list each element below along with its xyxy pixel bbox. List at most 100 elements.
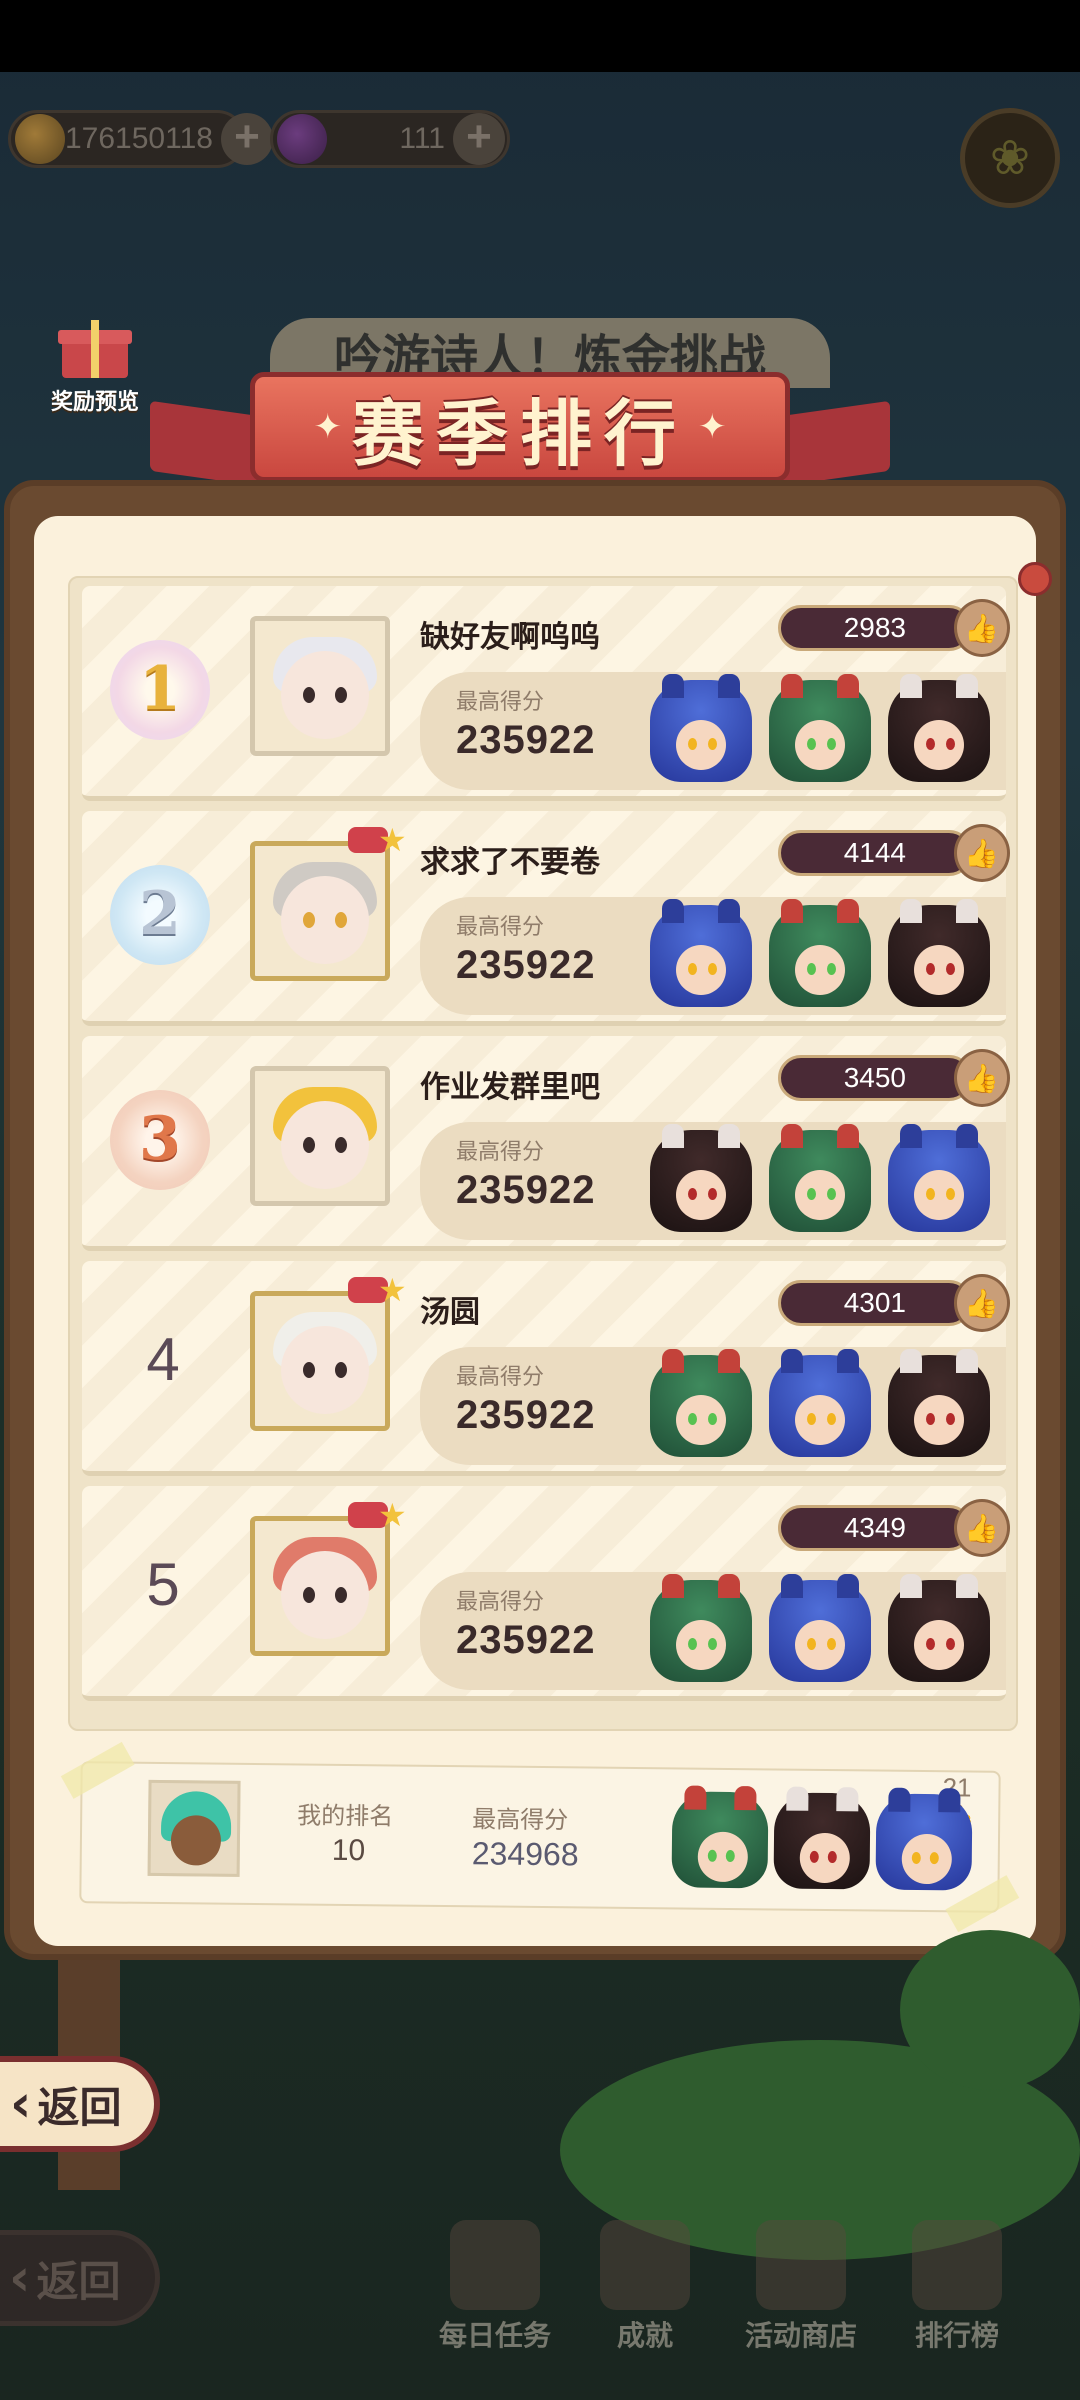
like-count: 4144 [778, 830, 972, 876]
team [650, 674, 990, 786]
hero-blue-wolf [888, 1124, 990, 1232]
nav-event-shop[interactable]: 活动商店 [726, 2220, 876, 2354]
team [650, 1349, 990, 1461]
hero-horned-girl [650, 1124, 752, 1232]
thumbs-up-icon[interactable]: 👍 [953, 824, 1010, 882]
avatar[interactable] [250, 1066, 390, 1206]
nav-label: 排行榜 [914, 2319, 999, 2352]
team [650, 899, 990, 1011]
team [650, 1574, 990, 1686]
avatar[interactable] [250, 841, 390, 981]
my-rank-value: 10 [331, 1833, 366, 1868]
nav-achievements[interactable]: 成就 [570, 2220, 720, 2354]
avatar[interactable] [250, 1516, 390, 1656]
scroll-icon [450, 2220, 540, 2310]
avatar[interactable] [250, 1291, 390, 1431]
shop-icon [756, 2220, 846, 2310]
thumbs-up-icon[interactable]: 👍 [953, 1049, 1010, 1107]
like-counter: 4301 👍 [778, 1274, 1010, 1332]
thumbs-up-icon[interactable]: 👍 [953, 1499, 1010, 1557]
gem-icon [277, 114, 327, 164]
reward-preview-button[interactable]: 奖励预览 [30, 320, 160, 420]
avatar[interactable] [250, 616, 390, 756]
score-label: 最高得分 [456, 1365, 545, 1390]
like-count: 2983 [778, 605, 972, 651]
hero-horned-girl [888, 674, 990, 782]
like-count: 4349 [778, 1505, 972, 1551]
sprout-button[interactable]: ❀ [960, 108, 1060, 208]
like-count: 4301 [778, 1280, 972, 1326]
bush [900, 1930, 1080, 2090]
player-name: 作业发群里吧 [420, 1070, 600, 1105]
rank-badge: 1 [106, 636, 214, 746]
add-coins-button[interactable]: + [220, 113, 273, 165]
score-box: 最高得分 235922 [420, 672, 1006, 790]
hero-masked-archer [650, 1349, 752, 1457]
sprout-icon: ❀ [989, 130, 1031, 186]
my-score-value: 234968 [471, 1835, 579, 1873]
gift-icon [58, 320, 132, 378]
back-button[interactable]: ‹ 返回 [0, 2056, 160, 2152]
leaderboard-icon [912, 2220, 1002, 2310]
hero-blue-wolf [769, 1349, 871, 1457]
nav-daily-tasks[interactable]: 每日任务 [420, 2220, 570, 2354]
bottom-nav: 每日任务 成就 活动商店 排行榜 [420, 2220, 1080, 2360]
my-rank-card: 我的排名 10 最高得分 234968 21 👍 [60, 1741, 1020, 1933]
rank-badge: 3 [106, 1086, 214, 1196]
page-title: 赛季排行 [351, 391, 688, 476]
score-box: 最高得分 235922 [420, 1572, 1006, 1690]
hero-blue-wolf [875, 1787, 973, 1891]
score-box: 最高得分 235922 [420, 1122, 1006, 1240]
rank-number: 1 [139, 654, 181, 724]
chevron-left-icon: ‹ [10, 2074, 32, 2134]
back-label: 返回 [37, 2082, 122, 2132]
back-button-shadow: ‹ 返回 [0, 2230, 160, 2326]
hero-masked-archer [671, 1785, 769, 1889]
add-gems-button[interactable]: + [453, 113, 505, 165]
my-team [671, 1785, 973, 1904]
score-box: 最高得分 235922 [420, 897, 1006, 1015]
scrollbar-thumb[interactable] [1018, 562, 1052, 596]
ranking-row: 3 作业发群里吧 3450 👍 最高得分 235922 [82, 1036, 1010, 1251]
ranking-list[interactable]: 1 缺好友啊呜呜 2983 👍 最高得分 235922 2 ★ 求求了不要卷 4… [68, 576, 1018, 1731]
nav-label: 活动商店 [744, 2319, 857, 2352]
player-name: 汤圆 [420, 1295, 480, 1330]
like-count: 3450 [778, 1055, 972, 1101]
player-name: 缺好友啊呜呜 [420, 620, 600, 655]
rank-badge: 2 [106, 861, 214, 971]
my-avatar[interactable] [147, 1779, 241, 1877]
nav-leaderboard[interactable]: 排行榜 [882, 2220, 1032, 2354]
ranking-row: 2 ★ 求求了不要卷 4144 👍 最高得分 235922 [82, 811, 1010, 1026]
my-score-label: 最高得分 [472, 1805, 569, 1835]
hero-blue-wolf [769, 1574, 871, 1682]
coin-amount: 176150118 [65, 122, 213, 155]
rank-number: 2 [139, 879, 181, 949]
nav-label: 成就 [616, 2319, 673, 2352]
hero-masked-archer [769, 1124, 871, 1232]
score-value: 235922 [456, 943, 596, 987]
ranking-row: 1 缺好友啊呜呜 2983 👍 最高得分 235922 [82, 586, 1010, 801]
back-label: 返回 [36, 2256, 121, 2306]
thumbs-up-icon[interactable]: 👍 [953, 599, 1010, 657]
crown-icon: ★ [344, 1271, 414, 1311]
hero-masked-archer [650, 1574, 752, 1682]
score-label: 最高得分 [456, 915, 545, 940]
score-value: 235922 [456, 718, 596, 762]
hero-masked-archer [769, 674, 871, 782]
sparkle-icon: ✦ [698, 407, 727, 447]
sparkle-icon: ✦ [313, 407, 342, 447]
like-counter: 2983 👍 [778, 599, 1010, 657]
rank-number: 4 [146, 1326, 180, 1393]
like-counter: 4144 👍 [778, 824, 1010, 882]
like-counter: 3450 👍 [778, 1049, 1010, 1107]
season-ranking-banner: ✦ 赛季排行 ✦ [150, 372, 890, 494]
ranking-row: 5 ★ 4349 👍 最高得分 235922 [82, 1486, 1010, 1701]
reward-preview-label: 奖励预览 [50, 390, 139, 415]
like-counter: 4349 👍 [778, 1499, 1010, 1557]
thumbs-up-icon[interactable]: 👍 [953, 1274, 1010, 1332]
rank-number: 5 [146, 1551, 180, 1618]
score-value: 235922 [456, 1618, 596, 1662]
ranking-row: 4 ★ 汤圆 4301 👍 最高得分 235922 [82, 1261, 1010, 1476]
score-box: 最高得分 235922 [420, 1347, 1006, 1465]
hero-masked-archer [769, 899, 871, 1007]
